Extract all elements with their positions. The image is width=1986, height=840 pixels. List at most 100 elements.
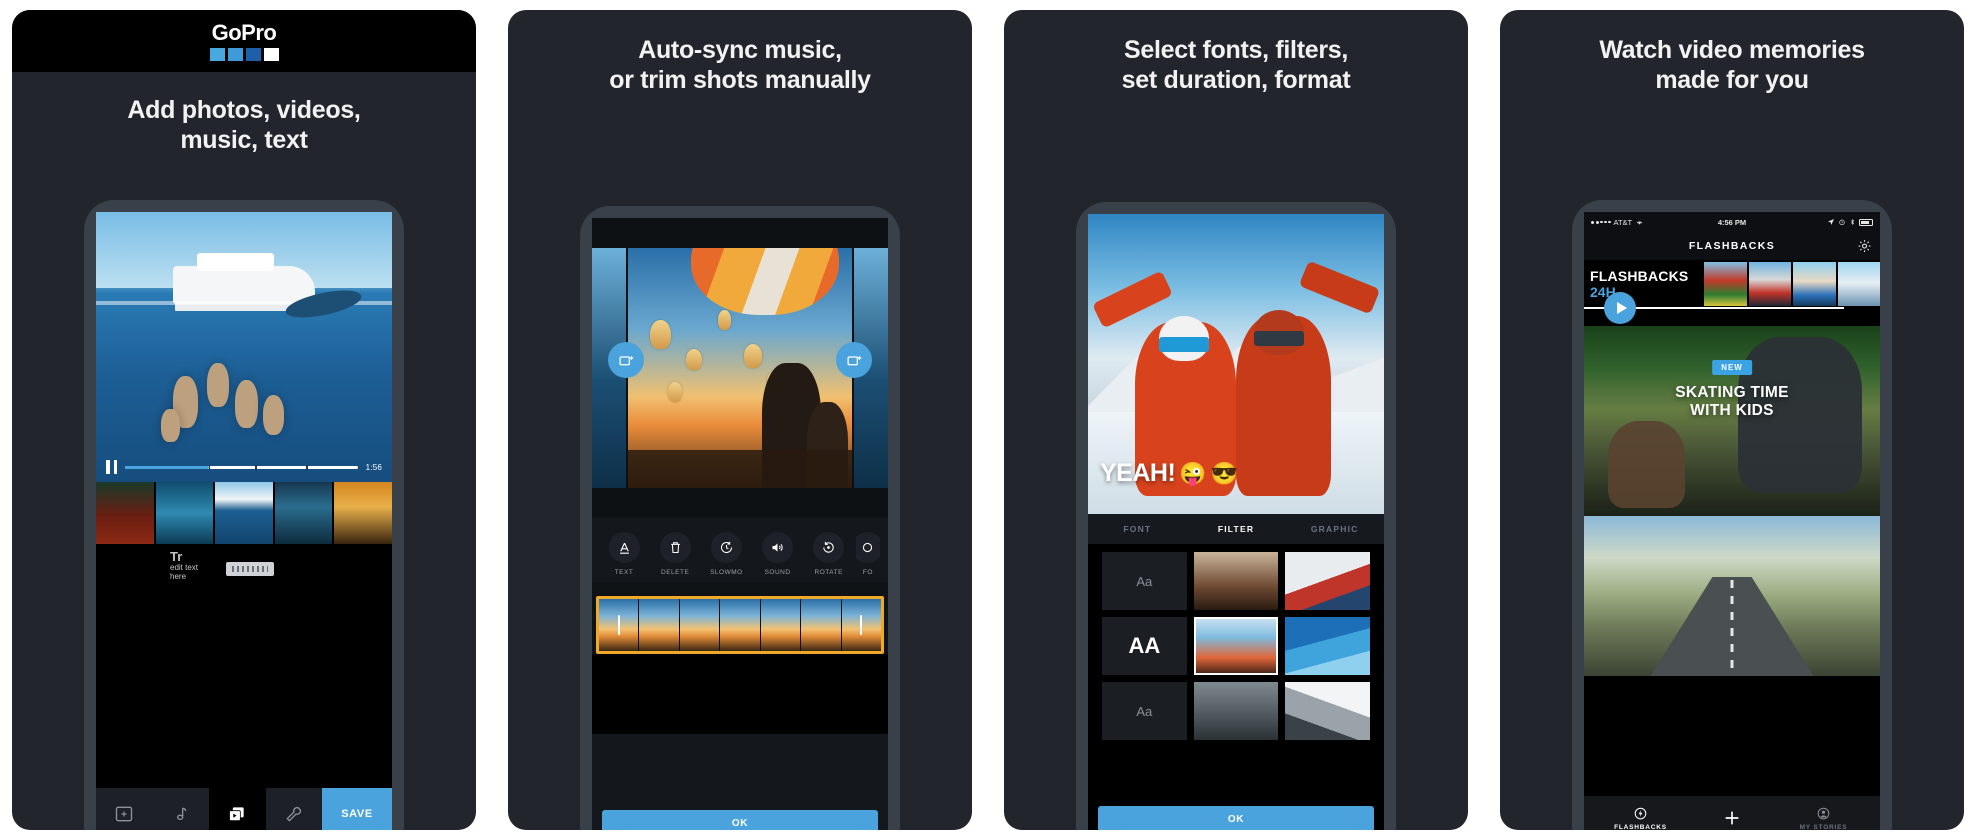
grid-item-graphic[interactable]	[1285, 682, 1370, 740]
clip-thumb[interactable]	[334, 482, 392, 544]
focus-icon	[863, 542, 873, 553]
trim-handle[interactable]	[226, 562, 274, 576]
ok-button[interactable]: OK	[1098, 806, 1374, 830]
new-badge: NEW	[1712, 360, 1752, 375]
pause-icon[interactable]	[106, 460, 117, 474]
gopro-wordmark: GoPro	[211, 19, 277, 45]
progress-scrubber[interactable]	[125, 464, 358, 470]
trim-handle-left[interactable]	[599, 599, 640, 651]
clip-preview[interactable]	[592, 218, 888, 518]
ok-button[interactable]: OK	[602, 810, 878, 830]
trim-timeline[interactable]	[592, 582, 888, 654]
phone-2-screen: TEXT DELETE SLOWMO SOUND ROTATE FO OK	[592, 218, 888, 830]
style-grid[interactable]: Aa AA Aa	[1088, 544, 1384, 748]
alarm-icon	[1839, 219, 1845, 225]
speaker-icon	[772, 543, 783, 552]
person-icon	[1817, 807, 1830, 819]
phone-mock-2: TEXT DELETE SLOWMO SOUND ROTATE FO OK	[580, 206, 900, 830]
tool-sound[interactable]: SOUND	[754, 532, 802, 576]
save-button[interactable]: SAVE	[322, 788, 392, 830]
trim-handle-right[interactable]	[841, 599, 881, 651]
film-frame[interactable]	[639, 599, 680, 651]
text-overlay[interactable]: YEAH! 😜 😎	[1100, 459, 1238, 488]
emoji-sunglasses-icon: 😎	[1210, 460, 1239, 486]
plus-icon	[1725, 811, 1739, 825]
grid-item-font[interactable]: Aa	[1102, 552, 1187, 610]
thumbnail[interactable]	[1704, 262, 1747, 306]
signal-dots-icon	[1591, 220, 1611, 224]
flashback-thumbnails[interactable]	[1704, 262, 1880, 306]
grid-item-filter[interactable]	[1193, 552, 1279, 610]
overlay-text-label: YEAH!	[1100, 459, 1176, 487]
flashback-label: FLASHBACKS 24H	[1584, 260, 1704, 326]
logo-square-2	[227, 47, 243, 61]
thumbnail[interactable]	[1837, 262, 1880, 306]
grid-item-filter-selected[interactable]	[1193, 617, 1279, 675]
grid-item-filter[interactable]	[1193, 682, 1279, 740]
goggles-shape	[1253, 331, 1305, 346]
grid-item-font[interactable]: Aa	[1102, 682, 1187, 740]
video-preview[interactable]: 1:56	[96, 212, 392, 482]
trim-filmstrip[interactable]	[596, 596, 884, 654]
slowmo-clock-icon	[720, 541, 732, 554]
play-button[interactable]	[1604, 292, 1636, 324]
tab-flashbacks[interactable]: FLASHBACKS	[1584, 806, 1697, 830]
flashback-row[interactable]: FLASHBACKS 24H	[1584, 260, 1880, 326]
tab-filter[interactable]: FILTER	[1187, 524, 1286, 534]
tool-focus[interactable]: FO	[855, 532, 880, 576]
app-screenshot-gallery: GoPro Add photos, videos, music, text 1:…	[0, 0, 1986, 840]
empty-area	[592, 654, 888, 734]
clip-thumb[interactable]	[274, 482, 335, 544]
add-clip-left-button[interactable]	[608, 342, 644, 378]
panel-1-headline: Add photos, videos, music, text	[127, 96, 361, 154]
grid-item-graphic[interactable]	[1285, 617, 1370, 675]
thumbnail[interactable]	[1793, 262, 1836, 306]
lightning-icon	[1634, 807, 1647, 819]
phone-3-screen: YEAH! 😜 😎 FONT FILTER GRAPHIC Aa AA Aa O…	[1088, 214, 1384, 830]
player-controls[interactable]: 1:56	[96, 460, 392, 474]
text-overlay-small: edit text here	[170, 563, 199, 582]
ios-status-bar: AT&T 4:56 PM	[1584, 212, 1880, 232]
clip-tools-row[interactable]: TEXT DELETE SLOWMO SOUND ROTATE FO	[592, 518, 888, 582]
panel-4-headline: Watch video memories made for you	[1599, 36, 1865, 94]
tab-my-stories[interactable]: MY STORIES	[1767, 806, 1880, 830]
film-frame[interactable]	[801, 599, 842, 651]
battery-icon	[1859, 218, 1874, 226]
sidebar-item-tools[interactable]	[265, 788, 322, 830]
clip-thumb[interactable]	[215, 482, 275, 544]
sidebar-item-music[interactable]	[152, 788, 209, 830]
tool-slowmo[interactable]: SLOWMO	[702, 532, 750, 576]
add-button[interactable]	[1697, 807, 1767, 829]
tab-graphic[interactable]: GRAPHIC	[1285, 524, 1384, 534]
sidebar-item-clips[interactable]	[209, 788, 266, 830]
editor-toolbar[interactable]: SAVE	[96, 788, 392, 830]
photo-preview[interactable]: YEAH! 😜 😎	[1088, 214, 1384, 514]
boat-shape	[172, 266, 316, 304]
current-clip[interactable]	[628, 248, 852, 488]
thumbnail[interactable]	[1748, 262, 1791, 306]
story-card-next[interactable]	[1584, 516, 1880, 676]
clip-thumb[interactable]	[155, 482, 216, 544]
film-frame[interactable]	[720, 599, 761, 651]
bottom-tab-bar[interactable]: FLASHBACKS MY STORIES	[1584, 796, 1880, 830]
tool-delete[interactable]: DELETE	[651, 532, 699, 576]
grid-item-graphic[interactable]	[1285, 552, 1370, 610]
style-tabs[interactable]: FONT FILTER GRAPHIC	[1088, 514, 1384, 544]
gear-icon[interactable]	[1857, 239, 1872, 254]
tab-font[interactable]: FONT	[1088, 524, 1187, 534]
tool-rotate[interactable]: ROTATE	[805, 532, 853, 576]
clip-thumb[interactable]	[96, 482, 156, 544]
text-overlay-marker[interactable]: Tr edit text here	[170, 549, 199, 582]
panel-3: Select fonts, filters, set duration, for…	[1004, 10, 1468, 830]
location-arrow-icon	[1828, 219, 1835, 225]
tool-text[interactable]: TEXT	[600, 532, 648, 576]
arm-shape	[1298, 260, 1381, 315]
grid-item-font[interactable]: AA	[1102, 617, 1187, 675]
clip-filmstrip[interactable]	[96, 482, 392, 544]
story-card[interactable]: NEW SKATING TIME WITH KIDS	[1584, 326, 1880, 516]
add-clip-right-button[interactable]	[836, 342, 872, 378]
phone-mock-1: 1:56 Tr edit text here SAVE	[84, 200, 404, 830]
film-frame[interactable]	[679, 599, 721, 651]
film-frame[interactable]	[760, 599, 802, 651]
sidebar-item-media[interactable]	[96, 788, 153, 830]
